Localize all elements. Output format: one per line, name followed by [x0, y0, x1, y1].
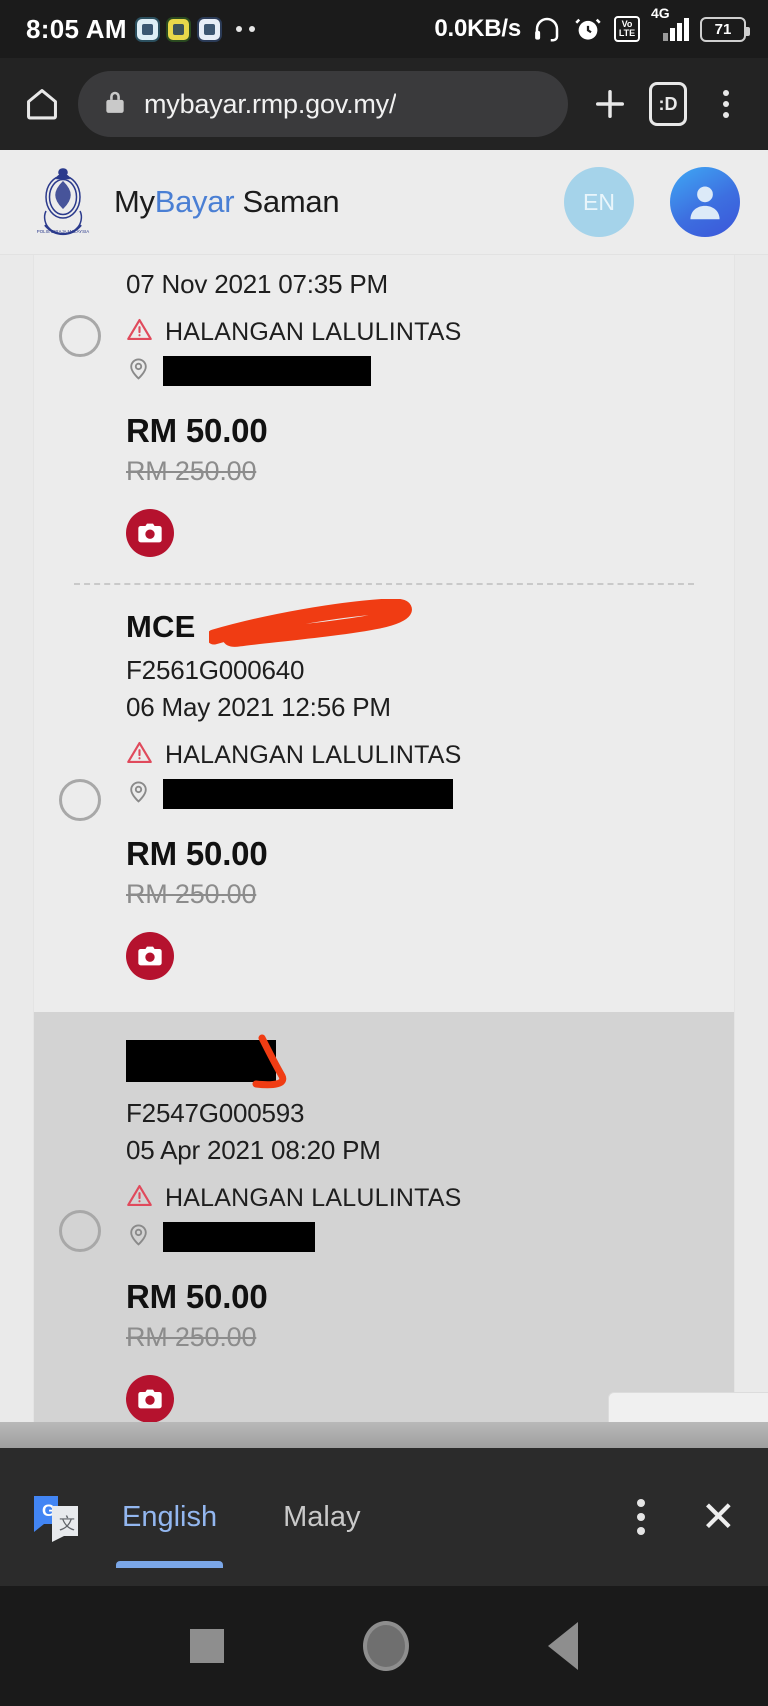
- summons-datetime: 07 Nov 2021 07:35 PM: [126, 269, 388, 299]
- android-status-bar: 8:05 AM 0.0KB/s Vo LTE 4G 71: [0, 0, 768, 58]
- summons-plate: MCE: [126, 609, 196, 644]
- google-translate-bar: G 文 English Malay ✕: [0, 1448, 768, 1586]
- summons-offence-label: HALANGAN LALULINTAS: [165, 317, 462, 346]
- notification-overflow-dots: [235, 26, 255, 32]
- camera-icon[interactable]: [126, 509, 174, 557]
- language-button[interactable]: EN: [564, 167, 634, 237]
- summons-price: RM 50.00: [126, 1278, 268, 1315]
- summons-price: RM 50.00: [126, 835, 268, 872]
- content-bottom-scrim: [0, 1422, 768, 1448]
- user-avatar-icon[interactable]: [670, 167, 740, 237]
- status-bar-right: 0.0KB/s Vo LTE 4G 71: [434, 5, 750, 44]
- summons-location: [126, 779, 714, 809]
- warning-triangle-icon: [126, 1182, 153, 1214]
- summons-location: [126, 1222, 714, 1252]
- radio-unchecked-icon[interactable]: [59, 1210, 101, 1252]
- address-bar[interactable]: mybayar.rmp.gov.my/: [78, 71, 568, 137]
- app-notification-icon: [198, 18, 220, 40]
- summons-location: [126, 356, 714, 386]
- map-pin-icon: [126, 1222, 151, 1252]
- alarm-icon: [573, 14, 603, 44]
- page-title: MyBayar Saman: [114, 184, 546, 220]
- home-circle-icon[interactable]: [362, 1621, 409, 1671]
- summons-original-price: RM 250.00: [126, 456, 257, 486]
- android-navigation-bar: [0, 1586, 768, 1706]
- app-notification-icon: [167, 18, 189, 40]
- translate-tab-source[interactable]: English: [116, 1448, 224, 1586]
- summons-datetime: 06 May 2021 12:56 PM: [126, 692, 391, 722]
- google-translate-icon: G 文: [32, 1492, 82, 1542]
- pdrm-crest-logo: POLIS DIRAJA MALAYSIA: [30, 163, 96, 241]
- summons-item[interactable]: F2547G000593 05 Apr 2021 08:20 PM HALANG…: [34, 1012, 734, 1448]
- summons-offence-label: HALANGAN LALULINTAS: [165, 1183, 462, 1212]
- summons-ticket-number: F2561G000640: [126, 655, 305, 685]
- map-pin-icon: [126, 779, 151, 809]
- summons-item[interactable]: MCE F2561G000640 06 May 2021 12:56 PM HA…: [34, 585, 734, 980]
- summons-offence-label: HALANGAN LALULINTAS: [165, 740, 462, 769]
- url-text: mybayar.rmp.gov.my/: [144, 88, 397, 119]
- browser-toolbar: mybayar.rmp.gov.my/ :D: [0, 58, 768, 150]
- tab-count-button[interactable]: :D: [646, 82, 690, 126]
- redacted-location-bar: [163, 779, 453, 809]
- summons-offence: HALANGAN LALULINTAS: [126, 316, 714, 348]
- warning-triangle-icon: [126, 739, 153, 771]
- volte-icon: Vo LTE: [614, 16, 640, 42]
- summons-page-card: 07 Nov 2021 07:35 PM HALANGAN LALULINTAS: [33, 255, 735, 1448]
- radio-unchecked-icon[interactable]: [59, 315, 101, 357]
- camera-icon[interactable]: [126, 1375, 174, 1423]
- kebab-menu-icon[interactable]: [704, 82, 748, 126]
- recents-square-icon[interactable]: [189, 1629, 224, 1663]
- redacted-plate-bar: [126, 1040, 276, 1082]
- close-icon[interactable]: ✕: [701, 1496, 736, 1538]
- plus-icon[interactable]: [588, 82, 632, 126]
- lock-icon: [102, 88, 128, 121]
- tab-count-label: :D: [649, 82, 687, 126]
- summons-offence: HALANGAN LALULINTAS: [126, 739, 714, 771]
- title-suffix: Saman: [234, 184, 340, 219]
- app-notification-icon: [136, 18, 158, 40]
- title-accent: Bayar: [154, 184, 235, 219]
- redacted-location-bar: [163, 356, 371, 386]
- status-bar-left: 8:05 AM: [26, 14, 255, 45]
- battery-icon: 71: [700, 16, 750, 42]
- title-prefix: My: [114, 184, 155, 219]
- app-header: POLIS DIRAJA MALAYSIA MyBayar Saman EN: [0, 150, 768, 255]
- headphone-icon: [532, 14, 562, 44]
- summons-offence: HALANGAN LALULINTAS: [126, 1182, 714, 1214]
- summons-original-price: RM 250.00: [126, 1322, 257, 1352]
- radio-unchecked-icon[interactable]: [59, 779, 101, 821]
- kebab-menu-icon[interactable]: [636, 1499, 645, 1535]
- summons-ticket-number: F2547G000593: [126, 1098, 305, 1128]
- home-icon[interactable]: [20, 82, 64, 126]
- camera-icon[interactable]: [126, 932, 174, 980]
- summons-list-scroll-area[interactable]: 07 Nov 2021 07:35 PM HALANGAN LALULINTAS: [0, 255, 768, 1448]
- status-bar-clock: 8:05 AM: [26, 13, 127, 44]
- translate-tab-target[interactable]: Malay: [277, 1448, 366, 1586]
- summons-item[interactable]: 07 Nov 2021 07:35 PM HALANGAN LALULINTAS: [34, 255, 734, 585]
- signal-icon: 4G: [651, 5, 689, 41]
- warning-triangle-icon: [126, 316, 153, 348]
- map-pin-icon: [126, 356, 151, 386]
- redacted-location-bar: [163, 1222, 315, 1252]
- back-triangle-icon[interactable]: [548, 1622, 579, 1670]
- summons-price: RM 50.00: [126, 412, 268, 449]
- svg-text:POLIS DIRAJA MALAYSIA: POLIS DIRAJA MALAYSIA: [37, 229, 89, 234]
- svg-text:文: 文: [59, 1515, 75, 1533]
- summons-original-price: RM 250.00: [126, 879, 257, 909]
- network-speed-label: 0.0KB/s: [434, 15, 521, 42]
- summons-datetime: 05 Apr 2021 08:20 PM: [126, 1135, 381, 1165]
